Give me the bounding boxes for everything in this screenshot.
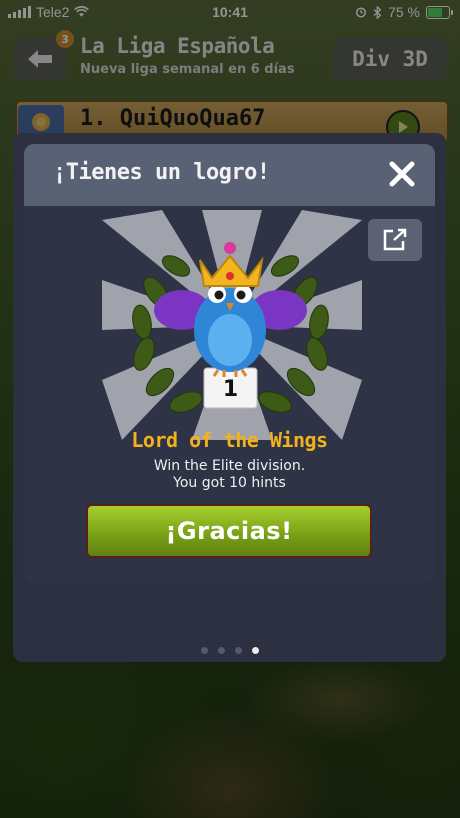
page-dot-active bbox=[252, 647, 259, 654]
share-button[interactable] bbox=[368, 219, 422, 261]
podium-rank: 1 bbox=[223, 377, 238, 402]
description-line-1: Win the Elite division. bbox=[153, 458, 306, 474]
popup-title: ¡Tienes un logro! bbox=[53, 160, 270, 185]
thanks-button[interactable]: ¡Gracias! bbox=[86, 504, 372, 558]
description-line-2: You got 10 hints bbox=[173, 475, 286, 491]
page-dot bbox=[218, 647, 225, 654]
close-button[interactable] bbox=[384, 156, 420, 192]
achievement-description: Win the Elite division. You got 10 hints bbox=[24, 458, 435, 492]
page-dot bbox=[235, 647, 242, 654]
page-dot bbox=[201, 647, 208, 654]
achievement-badge: 1 bbox=[132, 242, 329, 413]
page-indicator bbox=[0, 647, 460, 654]
close-x-icon bbox=[389, 161, 415, 187]
crown-icon bbox=[199, 254, 264, 287]
share-external-icon bbox=[383, 228, 407, 251]
achievement-name: Lord of the Wings bbox=[131, 428, 328, 452]
